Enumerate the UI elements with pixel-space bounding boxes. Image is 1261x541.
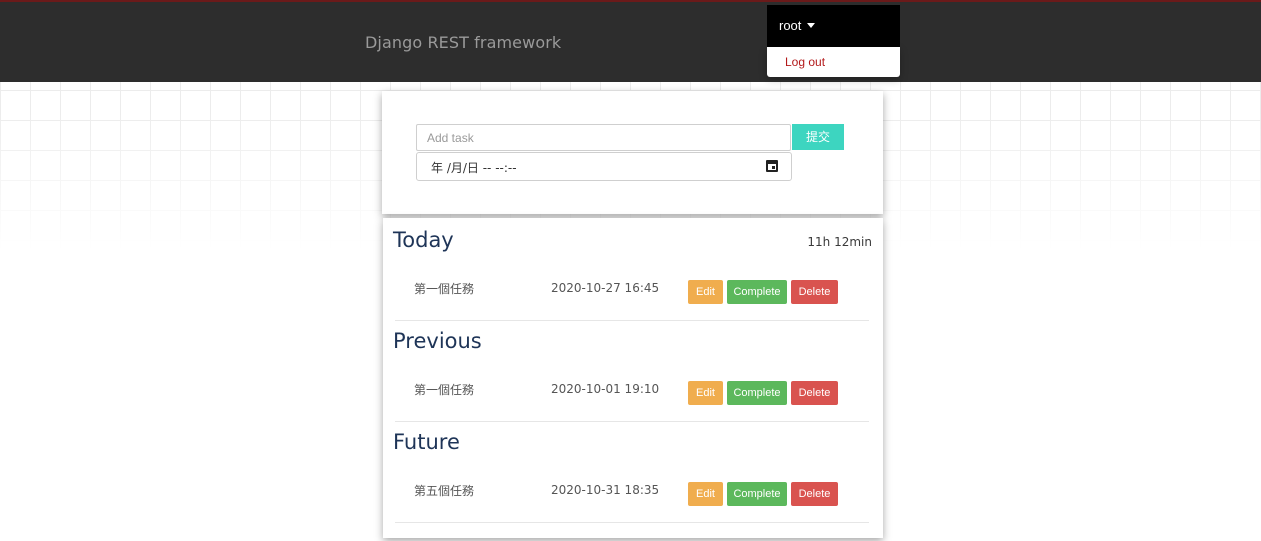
edit-button[interactable]: Edit — [688, 381, 723, 405]
edit-button[interactable]: Edit — [688, 482, 723, 506]
divider — [395, 320, 869, 321]
brand-title[interactable]: Django REST framework — [365, 33, 561, 52]
edit-button[interactable]: Edit — [688, 280, 723, 304]
divider — [395, 522, 869, 523]
caret-down-icon — [807, 23, 816, 28]
user-dropdown-menu: Log out — [767, 47, 900, 77]
task-datetime: 2020-10-27 16:45 — [551, 281, 660, 295]
task-name: 第一個任務 — [414, 383, 475, 397]
time-remaining: 11h 12min — [807, 235, 872, 249]
task-datetime: 2020-10-31 18:35 — [551, 483, 660, 497]
add-task-form: 提交 年 /月/日 -- --:-- — [382, 91, 883, 214]
logout-link[interactable]: Log out — [785, 55, 825, 69]
task-input[interactable] — [416, 124, 791, 151]
delete-button[interactable]: Delete — [791, 482, 838, 506]
navbar: Django REST framework — [0, 0, 1261, 82]
datetime-input[interactable]: 年 /月/日 -- --:-- — [416, 152, 792, 181]
calendar-icon[interactable] — [766, 160, 778, 172]
delete-button[interactable]: Delete — [791, 381, 838, 405]
section-title-today: Today — [393, 228, 454, 252]
divider — [395, 421, 869, 422]
delete-button[interactable]: Delete — [791, 280, 838, 304]
complete-button[interactable]: Complete — [727, 280, 787, 304]
complete-button[interactable]: Complete — [727, 381, 787, 405]
username-label: root — [779, 18, 802, 33]
submit-button[interactable]: 提交 — [792, 124, 844, 150]
task-name: 第一個任務 — [414, 282, 475, 296]
task-datetime: 2020-10-01 19:10 — [551, 382, 660, 396]
section-title-previous: Previous — [393, 329, 482, 353]
complete-button[interactable]: Complete — [727, 482, 787, 506]
task-name: 第五個任務 — [414, 484, 475, 498]
section-title-future: Future — [393, 430, 460, 454]
user-menu-toggle[interactable]: root — [767, 5, 900, 47]
task-list-card: Today 11h 12min 第一個任務 2020-10-27 16:45 E… — [383, 218, 883, 538]
datetime-value: 年 /月/日 -- --:-- — [431, 161, 517, 175]
